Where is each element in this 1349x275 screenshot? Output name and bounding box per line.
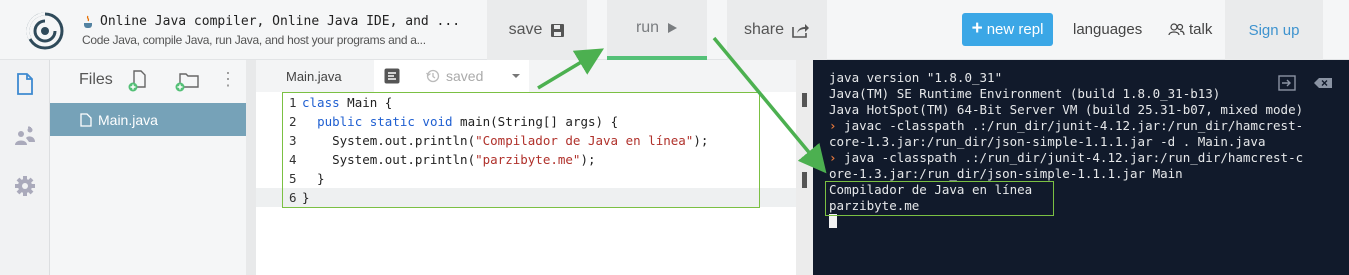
code-token: ); [693, 133, 709, 148]
code-line[interactable]: 5 } [256, 169, 796, 188]
console-line: ore-1.3.jar:/run_dir/json-simple-1.1.1.j… [829, 166, 1183, 181]
code-line[interactable]: 6} [256, 188, 796, 207]
run-label: run [635, 19, 660, 36]
console[interactable]: java version "1.8.0_31" Java(TM) SE Runti… [813, 60, 1349, 275]
code-line[interactable]: 2 public static void main(String[] args)… [256, 112, 796, 131]
console-text: java -classpath .:/run_dir/junit-4.12.ja… [836, 150, 1304, 165]
prompt-icon: › [829, 118, 837, 133]
panel-divider[interactable] [246, 60, 256, 275]
collaborators-icon[interactable] [13, 124, 37, 148]
clear-icon[interactable] [1313, 77, 1333, 89]
prompt-icon: › [829, 150, 837, 165]
code-token: System.out.println( [302, 133, 476, 148]
talk-link[interactable]: talk [1168, 21, 1212, 38]
console-line: Compilador de Java en línea [829, 182, 1032, 197]
editor-scrollbar[interactable] [796, 60, 813, 275]
line-number: 4 [289, 152, 297, 167]
code-token: ); [580, 152, 596, 167]
editor-toolbar: Main.java saved [256, 60, 801, 92]
console-text: Java(TM) SE Runtime Environment (build 1… [829, 86, 1221, 101]
console-text: Compilador de Java en línea [829, 182, 1033, 197]
save-button[interactable]: save [487, 0, 587, 60]
header: Online Java compiler, Online Java IDE, a… [0, 0, 1349, 60]
save-status: saved [426, 68, 483, 84]
tab-main-java[interactable]: Main.java [256, 60, 374, 92]
new-repl-button[interactable]: + new repl [962, 13, 1053, 46]
gear-icon[interactable] [13, 174, 37, 198]
console-text: parzibyte.me [829, 198, 920, 213]
users-icon [1168, 23, 1185, 36]
save-label: save [508, 21, 543, 38]
run-button[interactable]: run [607, 0, 707, 60]
console-line: Java HotSpot(TM) 64-Bit Server VM (build… [829, 102, 1303, 117]
share-button[interactable]: share [727, 0, 827, 60]
code-token: class [302, 95, 340, 110]
code-line[interactable]: 4 System.out.println("parzibyte.me"); [256, 150, 796, 169]
share-label: share [743, 21, 785, 38]
code-editor[interactable]: 1 class Main { 2 public static void main(S… [256, 92, 796, 275]
editor-tools: saved [374, 60, 529, 92]
code-token: } [302, 190, 310, 205]
code-token: public static void [317, 114, 453, 129]
files-panel: Files ⋮ Main.java [50, 60, 246, 275]
code-line[interactable]: 3 System.out.println("Compilador de Java… [256, 131, 796, 150]
files-title: Files [79, 71, 113, 88]
code-token: System.out.println( [302, 152, 476, 167]
line-number: 1 [289, 95, 297, 110]
console-text: java version "1.8.0_31" [829, 70, 1003, 85]
file-icon [80, 112, 92, 127]
console-text: core-1.3.jar:/run_dir/json-simple-1.1.1.… [829, 134, 1266, 149]
code-token: } [302, 171, 325, 186]
file-item-main-java[interactable]: Main.java [50, 103, 246, 136]
console-line: parzibyte.me [829, 198, 919, 213]
format-icon[interactable] [384, 68, 400, 84]
line-number: 3 [289, 133, 297, 148]
line-number: 2 [289, 114, 297, 129]
talk-label: talk [1189, 21, 1213, 38]
console-line: core-1.3.jar:/run_dir/json-simple-1.1.1.… [829, 134, 1266, 149]
page-subtitle: Code Java, compile Java, run Java, and h… [82, 33, 426, 47]
page-title: Online Java compiler, Online Java IDE, a… [82, 14, 477, 29]
plus-icon: + [971, 18, 983, 39]
console-line: Java(TM) SE Runtime Environment (build 1… [829, 86, 1220, 101]
console-line: › javac -classpath .:/run_dir/junit-4.12… [829, 118, 1303, 133]
more-icon[interactable]: ⋮ [219, 70, 237, 88]
code-token: main(String[] args) { [452, 114, 619, 129]
code-token: Main { [339, 95, 393, 110]
line-number: 5 [289, 171, 297, 186]
scroll-thumb-bottom[interactable] [802, 172, 807, 188]
code-line[interactable]: 1 class Main { [256, 93, 796, 112]
history-icon [426, 69, 440, 83]
title-block: Online Java compiler, Online Java IDE, a… [82, 14, 477, 47]
code-token: "parzibyte.me" [475, 152, 581, 167]
repl-logo[interactable] [26, 12, 64, 50]
languages-link[interactable]: languages [1073, 21, 1142, 38]
java-icon [84, 15, 92, 28]
scroll-thumb-top[interactable] [802, 93, 807, 107]
left-rail [0, 60, 50, 275]
signup-button[interactable]: Sign up [1225, 0, 1323, 60]
file-item-label: Main.java [98, 111, 158, 128]
line-number: 6 [289, 190, 297, 205]
add-folder-icon[interactable] [174, 70, 200, 92]
code-token: "Compilador de Java en línea" [475, 133, 694, 148]
play-icon [668, 23, 678, 33]
console-text: ore-1.3.jar:/run_dir/json-simple-1.1.1.j… [829, 166, 1183, 181]
page-title-text: Online Java compiler, Online Java IDE, a… [100, 14, 461, 29]
save-status-text: saved [446, 68, 484, 84]
console-line: java version "1.8.0_31" [829, 70, 1002, 85]
floppy-icon [551, 23, 565, 37]
add-file-icon[interactable] [128, 70, 148, 92]
share-icon [792, 23, 810, 38]
console-text: javac -classpath .:/run_dir/junit-4.12.j… [836, 118, 1304, 133]
chevron-down-icon[interactable] [512, 72, 520, 80]
console-line: › java -classpath .:/run_dir/junit-4.12.… [829, 150, 1303, 165]
new-repl-label: new repl [986, 21, 1044, 38]
console-text: Java HotSpot(TM) 64-Bit Server VM (build… [829, 102, 1304, 117]
file-icon[interactable] [13, 72, 37, 96]
exit-icon[interactable] [1278, 75, 1296, 91]
console-cursor [829, 214, 837, 228]
